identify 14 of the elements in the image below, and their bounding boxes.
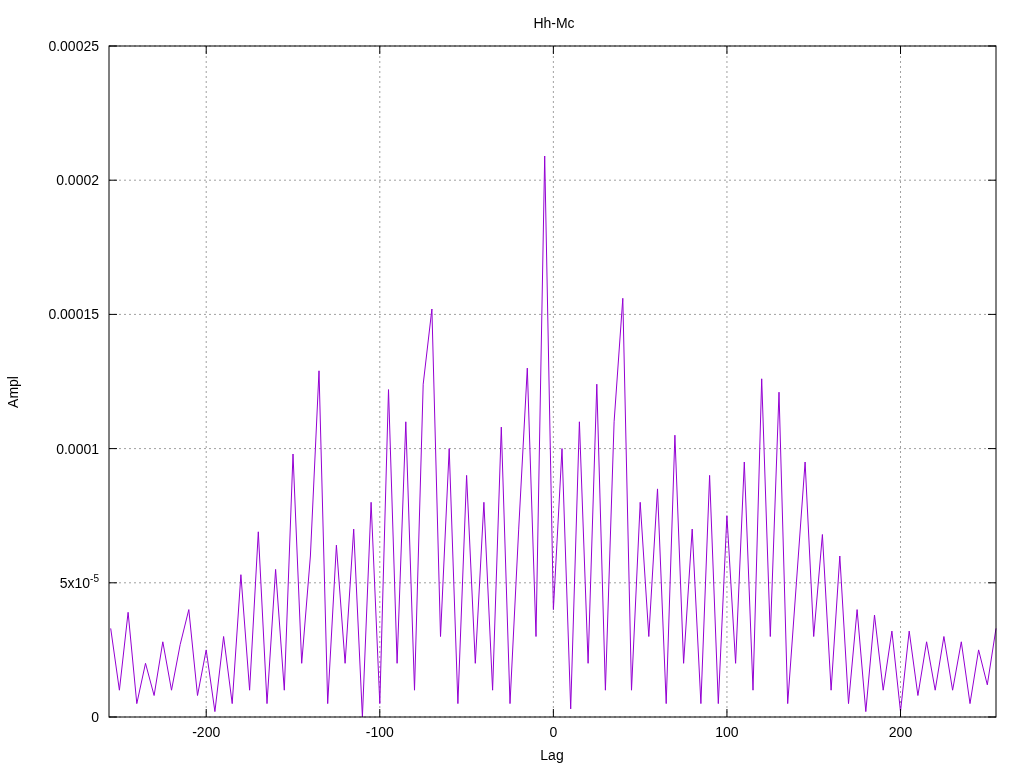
y-tick-label: 0.00025 [48,39,99,53]
y-tick-label: 0.00015 [48,307,99,322]
y-tick-label: 0.0001 [56,441,99,456]
x-tick-label: 100 [715,725,739,739]
chart-title: Hh-Mc [533,16,575,30]
y-tick-label: 5x10$^{-5}$ [59,575,99,590]
x-tick-label: -100 [365,725,394,739]
y-tick-label: 0.0002 [56,173,99,188]
x-tick-label: 200 [888,725,913,739]
x-tick-label: -200 [192,725,221,739]
y-axis-label: Ampl [6,376,20,408]
x-axis-label: Lag [540,748,564,762]
x-tick-label: 0 [549,725,558,739]
y-tick-label: 0 [91,710,99,724]
